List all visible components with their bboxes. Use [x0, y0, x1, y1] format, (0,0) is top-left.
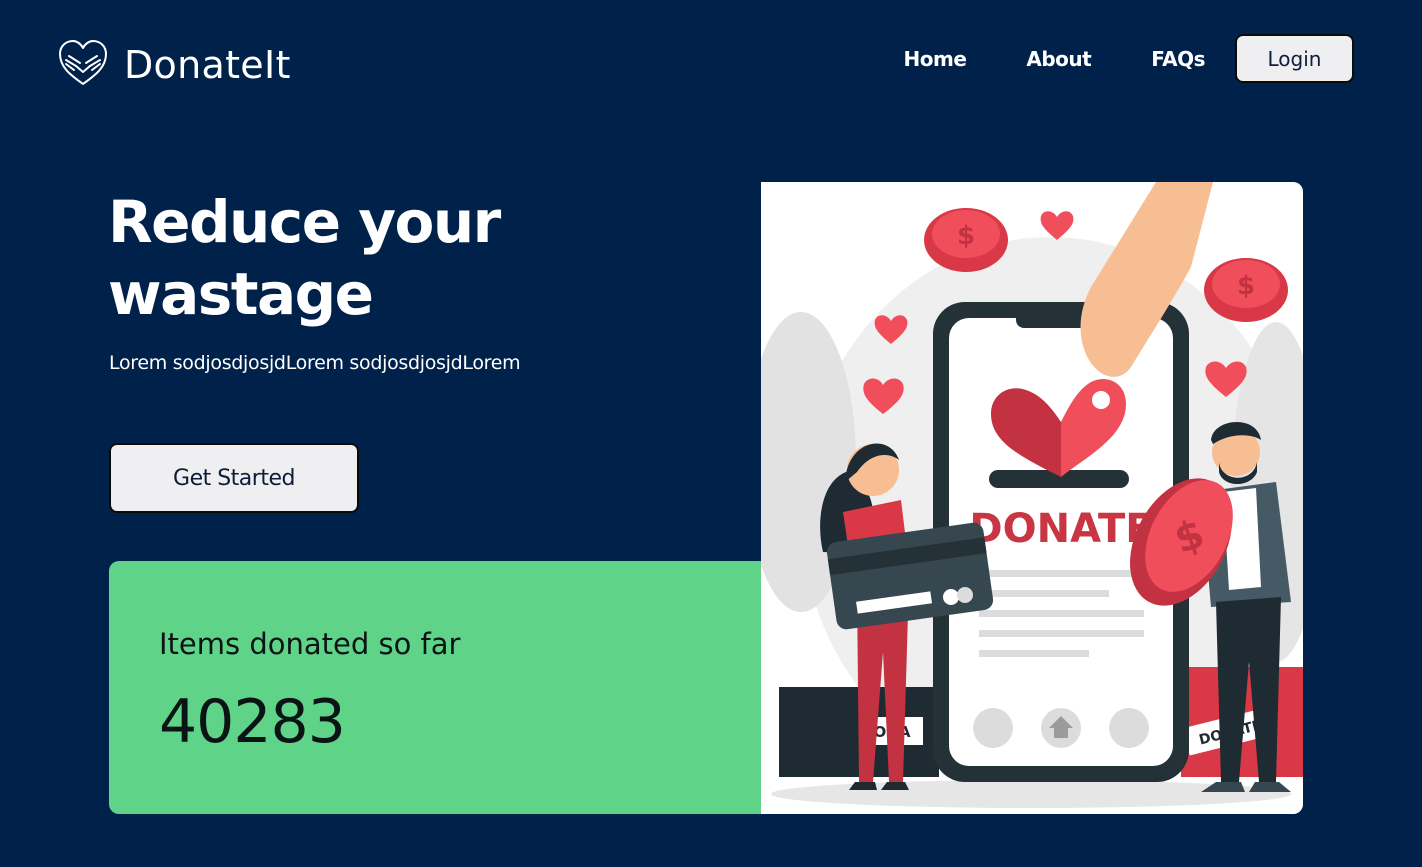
phone-donate-text: DONATE — [969, 506, 1152, 552]
heart-hands-icon — [56, 36, 110, 94]
main-nav: Home About FAQs Login — [904, 34, 1354, 83]
donation-illustration: ONA DONATE DONATE $ $ — [761, 182, 1303, 814]
hero-subtitle: Lorem sodjosdjosjdLorem sodjosdjosjdLore… — [109, 352, 521, 374]
brand[interactable]: DonateIt — [56, 36, 291, 94]
stats-value: 40283 — [159, 687, 346, 757]
nav-about-link[interactable]: About — [1026, 47, 1091, 71]
nav-faqs-link[interactable]: FAQs — [1151, 47, 1205, 71]
svg-text:$: $ — [957, 221, 975, 251]
get-started-button[interactable]: Get Started — [109, 443, 359, 513]
stats-label: Items donated so far — [159, 627, 461, 661]
nav-home-link[interactable]: Home — [904, 47, 967, 71]
brand-name: DonateIt — [124, 43, 291, 87]
donation-stats-card: Items donated so far 40283 — [109, 561, 769, 814]
login-button[interactable]: Login — [1235, 34, 1354, 83]
hero-title: Reduce your wastage — [108, 188, 501, 328]
svg-text:$: $ — [1237, 271, 1255, 301]
